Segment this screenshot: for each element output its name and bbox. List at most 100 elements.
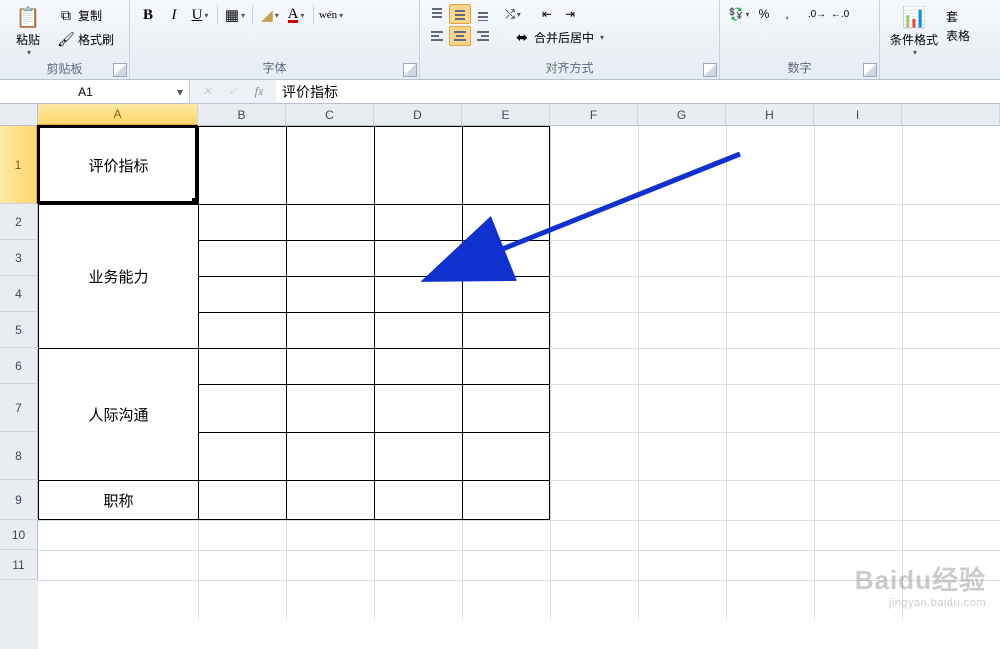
cell-D5[interactable]	[374, 312, 462, 348]
merge-center-button[interactable]: ⬌ 合并后居中 ▾	[510, 26, 608, 48]
orientation-icon: ⤭	[505, 7, 515, 22]
cell-E9[interactable]	[462, 480, 550, 520]
row-header-5[interactable]: 5	[0, 312, 38, 348]
cell-D3[interactable]	[374, 240, 462, 276]
cell-A2-A5[interactable]: 业务能力	[38, 204, 198, 348]
cell-D4[interactable]	[374, 276, 462, 312]
column-header-F[interactable]: F	[550, 104, 638, 126]
cell-C6[interactable]	[286, 348, 374, 384]
cell-E4[interactable]	[462, 276, 550, 312]
cell-B2[interactable]	[198, 204, 286, 240]
cell-B8[interactable]	[198, 432, 286, 480]
bold-button[interactable]: B	[136, 4, 160, 26]
cancel-formula-button[interactable]: ✕	[198, 84, 216, 99]
enter-formula-button[interactable]: ✓	[224, 84, 242, 99]
cell-D9[interactable]	[374, 480, 462, 520]
row-header-1[interactable]: 1	[0, 126, 38, 204]
cell-E7[interactable]	[462, 384, 550, 432]
cell-C5[interactable]	[286, 312, 374, 348]
cell-B4[interactable]	[198, 276, 286, 312]
alignment-launcher[interactable]	[703, 63, 717, 77]
percent-button[interactable]: %	[753, 4, 775, 24]
align-bottom-button[interactable]	[472, 4, 494, 24]
paste-button[interactable]: 📋 粘贴 ▾	[6, 4, 50, 58]
cell-B9[interactable]	[198, 480, 286, 520]
cell-B3[interactable]	[198, 240, 286, 276]
cell-D1[interactable]	[374, 126, 462, 204]
row-header-3[interactable]: 3	[0, 240, 38, 276]
font-color-button[interactable]: A▾	[284, 4, 308, 26]
conditional-format-button[interactable]: 📊 条件格式 ▾	[886, 4, 942, 58]
fx-button[interactable]: fx	[250, 84, 268, 99]
formula-input[interactable]	[276, 80, 1000, 103]
align-right-button[interactable]	[472, 26, 494, 46]
copy-button[interactable]: ⧉ 复制	[54, 4, 118, 26]
cell-D2[interactable]	[374, 204, 462, 240]
column-header-B[interactable]: B	[198, 104, 286, 126]
phonetic-button[interactable]: wén▾	[319, 4, 343, 26]
cell-C1[interactable]	[286, 126, 374, 204]
increase-indent-button[interactable]: ⇥	[559, 4, 581, 24]
align-top-button[interactable]	[426, 4, 448, 24]
cell-A6-A8[interactable]: 人际沟通	[38, 348, 198, 480]
clipboard-launcher[interactable]	[113, 63, 127, 77]
row-header-8[interactable]: 8	[0, 432, 38, 480]
borders-button[interactable]: ▦▾	[223, 4, 247, 26]
column-header-D[interactable]: D	[374, 104, 462, 126]
cell-C4[interactable]	[286, 276, 374, 312]
align-middle-button[interactable]	[449, 4, 471, 24]
row-header-11[interactable]: 11	[0, 550, 38, 580]
cell-B6[interactable]	[198, 348, 286, 384]
name-box[interactable]: A1 ▾	[0, 80, 190, 103]
font-launcher[interactable]	[403, 63, 417, 77]
cell-A9[interactable]: 职称	[38, 480, 198, 520]
cell-D8[interactable]	[374, 432, 462, 480]
chevron-down-icon[interactable]: ▾	[171, 85, 189, 99]
italic-button[interactable]: I	[162, 4, 186, 26]
phonetic-icon: wén	[319, 9, 337, 21]
cell-C3[interactable]	[286, 240, 374, 276]
comma-button[interactable]: ,	[776, 4, 798, 24]
row-header-9[interactable]: 9	[0, 480, 38, 520]
column-header-E[interactable]: E	[462, 104, 550, 126]
select-all-corner[interactable]	[0, 104, 38, 126]
cell-A1[interactable]: 评价指标	[38, 126, 198, 204]
row-header-10[interactable]: 10	[0, 520, 38, 550]
column-header-H[interactable]: H	[726, 104, 814, 126]
orientation-button[interactable]: ⤭▾	[502, 4, 524, 24]
cell-C9[interactable]	[286, 480, 374, 520]
fill-color-button[interactable]: ◢▾	[258, 4, 282, 26]
cell-C8[interactable]	[286, 432, 374, 480]
cell-E1[interactable]	[462, 126, 550, 204]
column-header-I[interactable]: I	[814, 104, 902, 126]
cell-B1[interactable]	[198, 126, 286, 204]
underline-button[interactable]: U▾	[188, 4, 212, 26]
column-header-C[interactable]: C	[286, 104, 374, 126]
cell-E3[interactable]	[462, 240, 550, 276]
decrease-indent-button[interactable]: ⇤	[536, 4, 558, 24]
cell-B7[interactable]	[198, 384, 286, 432]
column-header-G[interactable]: G	[638, 104, 726, 126]
cell-E5[interactable]	[462, 312, 550, 348]
cell-E2[interactable]	[462, 204, 550, 240]
cell-B5[interactable]	[198, 312, 286, 348]
cell-D7[interactable]	[374, 384, 462, 432]
cell-E6[interactable]	[462, 348, 550, 384]
cell-C2[interactable]	[286, 204, 374, 240]
number-launcher[interactable]	[863, 63, 877, 77]
cells-area[interactable]: 评价指标业务能力人际沟通职称	[38, 126, 1000, 649]
cell-C7[interactable]	[286, 384, 374, 432]
row-header-7[interactable]: 7	[0, 384, 38, 432]
decrease-decimal-button[interactable]: ←.0	[829, 4, 851, 24]
row-header-2[interactable]: 2	[0, 204, 38, 240]
cell-D6[interactable]	[374, 348, 462, 384]
align-left-button[interactable]	[426, 26, 448, 46]
row-header-6[interactable]: 6	[0, 348, 38, 384]
increase-decimal-button[interactable]: .0→	[806, 4, 828, 24]
column-header-A[interactable]: A	[38, 104, 198, 126]
format-painter-button[interactable]: 🖌 格式刷	[54, 28, 118, 50]
cell-E8[interactable]	[462, 432, 550, 480]
number-format-button[interactable]: 💱▾	[726, 4, 752, 24]
align-center-button[interactable]	[449, 26, 471, 46]
row-header-4[interactable]: 4	[0, 276, 38, 312]
